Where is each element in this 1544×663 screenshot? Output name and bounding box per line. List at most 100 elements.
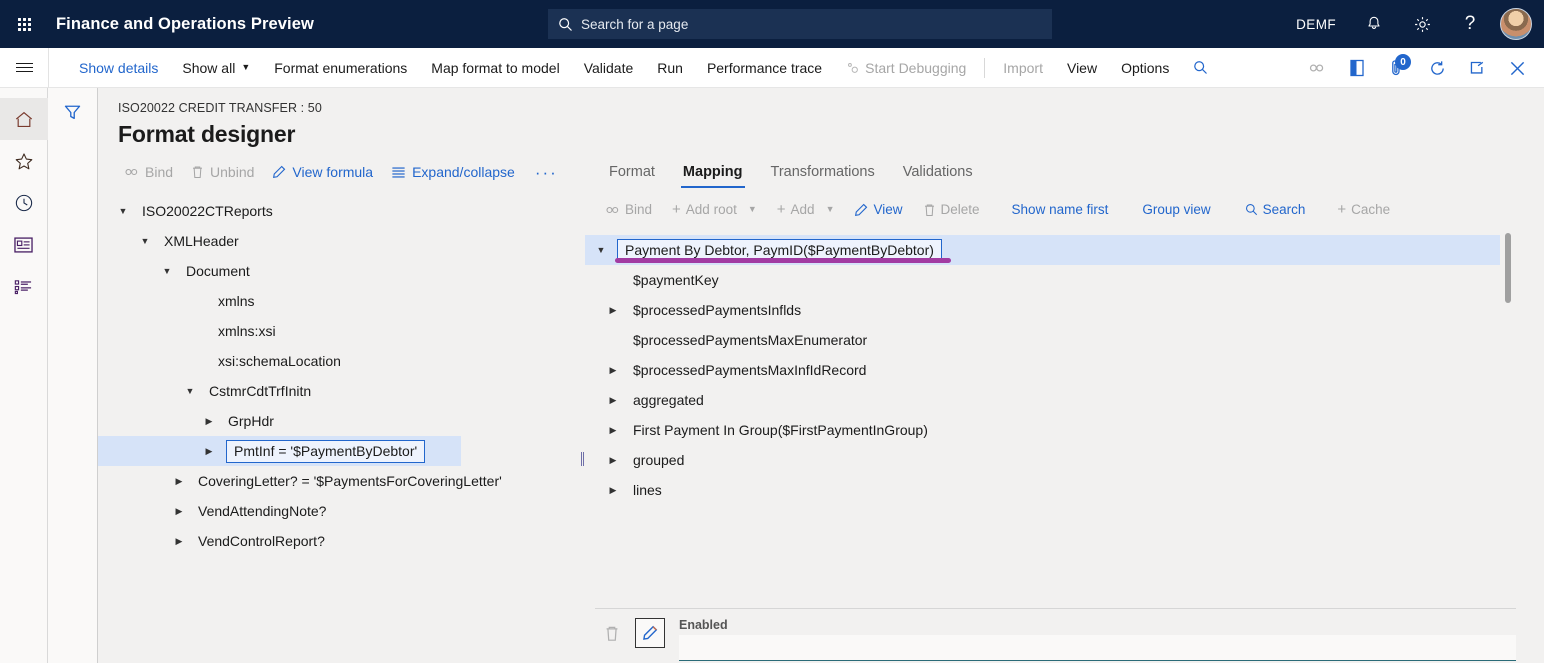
tree-node-xmlheader[interactable]: ▼ XMLHeader: [98, 226, 585, 256]
modules-list-icon[interactable]: [0, 266, 48, 308]
filter-icon[interactable]: [58, 98, 88, 126]
tree-node-cstmrcdttrfinitn[interactable]: ▼ CstmrCdtTrfInitn: [98, 376, 585, 406]
import-button[interactable]: Import: [991, 48, 1055, 88]
mapping-node-processedpaymentsmaxinfidrecord[interactable]: ▶ $processedPaymentsMaxInfIdRecord: [585, 355, 1544, 385]
tree-node-document[interactable]: ▼ Document: [98, 256, 585, 286]
tree-node-label: xmlns:xsi: [218, 323, 276, 339]
tree-node-vendcontrolreport[interactable]: ▶ VendControlReport?: [98, 526, 585, 556]
user-avatar[interactable]: [1500, 8, 1532, 40]
debug-gear-icon: [846, 61, 860, 75]
group-view-button[interactable]: Group view: [1132, 198, 1220, 221]
refresh-icon[interactable]: [1418, 48, 1456, 88]
more-options-icon[interactable]: ···: [525, 164, 568, 181]
tab-mapping[interactable]: Mapping: [669, 164, 757, 188]
mapping-tree-scrollbar[interactable]: [1505, 233, 1511, 303]
home-icon[interactable]: [0, 98, 48, 140]
tree-node-xmlns-xsi[interactable]: xmlns:xsi: [98, 316, 585, 346]
view-formula-button[interactable]: View formula: [264, 160, 381, 184]
mapping-search-button[interactable]: Search: [1235, 198, 1316, 221]
validate-button[interactable]: Validate: [572, 48, 646, 88]
menu-icon[interactable]: [0, 48, 48, 88]
tree-node-label: VendControlReport?: [198, 533, 325, 549]
mapping-node-first-payment-in-group[interactable]: ▶ First Payment In Group($FirstPaymentIn…: [585, 415, 1544, 445]
company-selector[interactable]: DEMF: [1282, 17, 1350, 32]
view-button[interactable]: View: [1055, 48, 1109, 88]
star-favorites-icon[interactable]: [0, 140, 48, 182]
tree-node-vendattendingnote[interactable]: ▶ VendAttendingNote?: [98, 496, 585, 526]
mapping-node-label: $paymentKey: [633, 272, 719, 288]
tree-node-pmtinf[interactable]: ▶ PmtInf = '$PaymentByDebtor': [98, 436, 461, 466]
twisty-collapsed-icon[interactable]: ▶: [605, 455, 621, 466]
tab-transformations[interactable]: Transformations: [757, 164, 889, 188]
notifications-icon[interactable]: [1350, 0, 1398, 48]
settings-icon[interactable]: [1398, 0, 1446, 48]
link-chain-icon[interactable]: [1298, 48, 1336, 88]
map-format-to-model-button[interactable]: Map format to model: [419, 48, 571, 88]
show-details-button[interactable]: Show details: [67, 48, 170, 88]
twisty-expanded-icon[interactable]: ▼: [116, 206, 130, 216]
twisty-collapsed-icon[interactable]: ▶: [172, 476, 186, 487]
twisty-expanded-icon[interactable]: ▼: [593, 245, 609, 255]
mapping-node-paymentkey[interactable]: $paymentKey: [585, 265, 1544, 295]
command-search-icon[interactable]: [1181, 48, 1219, 88]
tree-node-label: xsi:schemaLocation: [218, 353, 341, 369]
edit-property-button[interactable]: [635, 618, 665, 648]
twisty-collapsed-icon[interactable]: ▶: [605, 485, 621, 496]
twisty-collapsed-icon[interactable]: ▶: [202, 416, 216, 427]
options-button[interactable]: Options: [1109, 48, 1181, 88]
trash-icon: [604, 625, 620, 642]
twisty-expanded-icon[interactable]: ▼: [138, 236, 152, 246]
twisty-collapsed-icon[interactable]: ▶: [605, 425, 621, 436]
show-all-dropdown[interactable]: Show all ▼: [170, 48, 262, 88]
app-title: Finance and Operations Preview: [56, 15, 314, 34]
tab-validations[interactable]: Validations: [889, 164, 987, 188]
tree-node-label: CstmrCdtTrfInitn: [209, 383, 311, 399]
expand-collapse-button[interactable]: Expand/collapse: [383, 160, 523, 184]
twisty-collapsed-icon[interactable]: ▶: [605, 395, 621, 406]
help-icon[interactable]: ?: [1446, 0, 1494, 48]
twisty-collapsed-icon[interactable]: ▶: [605, 365, 621, 376]
attachment-icon[interactable]: 0: [1378, 48, 1416, 88]
tree-node-xsi-schemalocation[interactable]: xsi:schemaLocation: [98, 346, 585, 376]
performance-trace-button[interactable]: Performance trace: [695, 48, 834, 88]
run-button[interactable]: Run: [645, 48, 695, 88]
mapping-view-button[interactable]: View: [844, 198, 912, 221]
tab-format[interactable]: Format: [595, 164, 669, 188]
app-launcher-icon[interactable]: [0, 0, 48, 48]
format-enumerations-button[interactable]: Format enumerations: [262, 48, 419, 88]
book-pane-icon[interactable]: [1338, 48, 1376, 88]
open-in-new-icon[interactable]: [1458, 48, 1496, 88]
twisty-collapsed-icon[interactable]: ▶: [605, 305, 621, 316]
tree-node-grphdr[interactable]: ▶ GrpHdr: [98, 406, 585, 436]
mapping-node-aggregated[interactable]: ▶ aggregated: [585, 385, 1544, 415]
mapping-node-grouped[interactable]: ▶ grouped: [585, 445, 1544, 475]
add-root-button: + Add root ▼: [662, 198, 767, 221]
tree-node-label: VendAttendingNote?: [198, 503, 326, 519]
tree-node-coveringletter[interactable]: ▶ CoveringLetter? = '$PaymentsForCoverin…: [98, 466, 585, 496]
plus-icon: +: [777, 202, 786, 217]
attachment-count-badge: 0: [1395, 54, 1411, 70]
close-icon[interactable]: [1498, 48, 1536, 88]
mapping-node-processedpaymentsmaxenumerator[interactable]: $processedPaymentsMaxEnumerator: [585, 325, 1544, 355]
clock-recent-icon[interactable]: [0, 182, 48, 224]
global-search-box[interactable]: Search for a page: [548, 9, 1052, 39]
twisty-collapsed-icon[interactable]: ▶: [202, 446, 216, 457]
twisty-collapsed-icon[interactable]: ▶: [172, 536, 186, 547]
show-name-first-button[interactable]: Show name first: [1002, 198, 1119, 221]
mapping-node-processedpaymentsinflds[interactable]: ▶ $processedPaymentsInflds: [585, 295, 1544, 325]
enabled-field-input[interactable]: [679, 635, 1516, 661]
twisty-collapsed-icon[interactable]: ▶: [172, 506, 186, 517]
tree-node-label: ISO20022CTReports: [142, 203, 273, 219]
workspaces-icon[interactable]: [0, 224, 48, 266]
start-debugging-button: Start Debugging: [834, 48, 978, 88]
expand-collapse-icon: [391, 166, 406, 179]
breadcrumb: ISO20022 CREDIT TRANSFER : 50: [98, 88, 585, 115]
tree-node-iso20022ctreports[interactable]: ▼ ISO20022CTReports: [98, 196, 585, 226]
mapping-search-label: Search: [1263, 202, 1306, 217]
pencil-edit-icon: [642, 625, 658, 641]
twisty-expanded-icon[interactable]: ▼: [160, 266, 174, 276]
filter-rail: [48, 88, 98, 663]
twisty-expanded-icon[interactable]: ▼: [183, 386, 197, 396]
tree-node-xmlns[interactable]: xmlns: [98, 286, 585, 316]
mapping-node-lines[interactable]: ▶ lines: [585, 475, 1544, 505]
